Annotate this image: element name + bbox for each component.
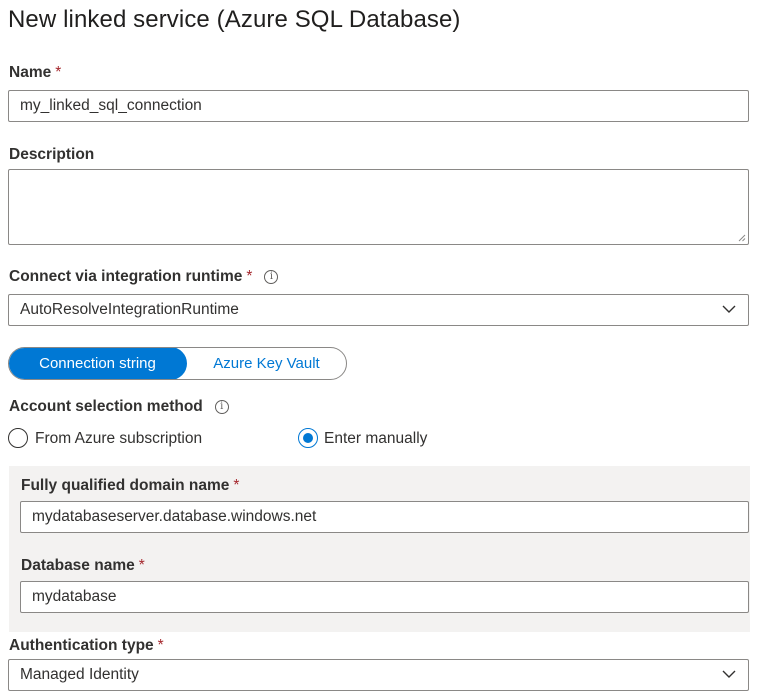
required-mark: * (157, 637, 164, 654)
authentication-type-value: Managed Identity (20, 666, 139, 683)
integration-runtime-label-text: Connect via integration runtime (9, 268, 243, 285)
radio-label-from-azure-subscription[interactable]: From Azure subscription (35, 430, 202, 448)
page-title: New linked service (Azure SQL Database) (8, 6, 461, 33)
name-input[interactable]: my_linked_sql_connection (8, 90, 749, 122)
integration-runtime-select[interactable]: AutoResolveIntegrationRuntime (8, 294, 749, 326)
authentication-type-label-text: Authentication type (9, 637, 154, 654)
fqdn-input[interactable]: mydatabaseserver.database.windows.net (20, 501, 749, 533)
radio-enter-manually[interactable] (298, 428, 318, 448)
connection-type-toggle: Connection string Azure Key Vault (8, 347, 347, 380)
radio-label-enter-manually[interactable]: Enter manually (324, 430, 427, 448)
integration-runtime-value: AutoResolveIntegrationRuntime (20, 301, 239, 318)
description-textarea[interactable] (8, 169, 749, 245)
tab-connection-string[interactable]: Connection string (9, 348, 187, 379)
database-name-input[interactable]: mydatabase (20, 581, 749, 613)
database-name-label: Database name * (21, 557, 145, 575)
fqdn-label-text: Fully qualified domain name (21, 477, 230, 494)
description-label: Description (9, 146, 95, 163)
fqdn-label: Fully qualified domain name * (21, 477, 239, 495)
name-label: Name * (9, 64, 61, 82)
account-selection-label-text: Account selection method (9, 398, 203, 415)
account-selection-label: Account selection method i (9, 398, 229, 416)
resize-grip-icon[interactable] (738, 234, 746, 242)
integration-runtime-label: Connect via integration runtime * i (9, 268, 279, 286)
chevron-down-icon (722, 305, 736, 313)
required-mark: * (246, 268, 253, 285)
chevron-down-icon (722, 670, 736, 678)
authentication-type-label: Authentication type * (9, 637, 164, 655)
info-icon[interactable]: i (264, 270, 279, 284)
required-mark: * (233, 477, 240, 494)
authentication-type-select[interactable]: Managed Identity (8, 659, 749, 691)
tab-azure-key-vault[interactable]: Azure Key Vault (189, 348, 344, 379)
database-name-label-text: Database name (21, 557, 135, 574)
required-mark: * (138, 557, 145, 574)
info-icon[interactable]: i (214, 400, 229, 414)
radio-from-azure-subscription[interactable] (8, 428, 28, 448)
name-label-text: Name (9, 64, 52, 81)
required-mark: * (55, 64, 62, 81)
